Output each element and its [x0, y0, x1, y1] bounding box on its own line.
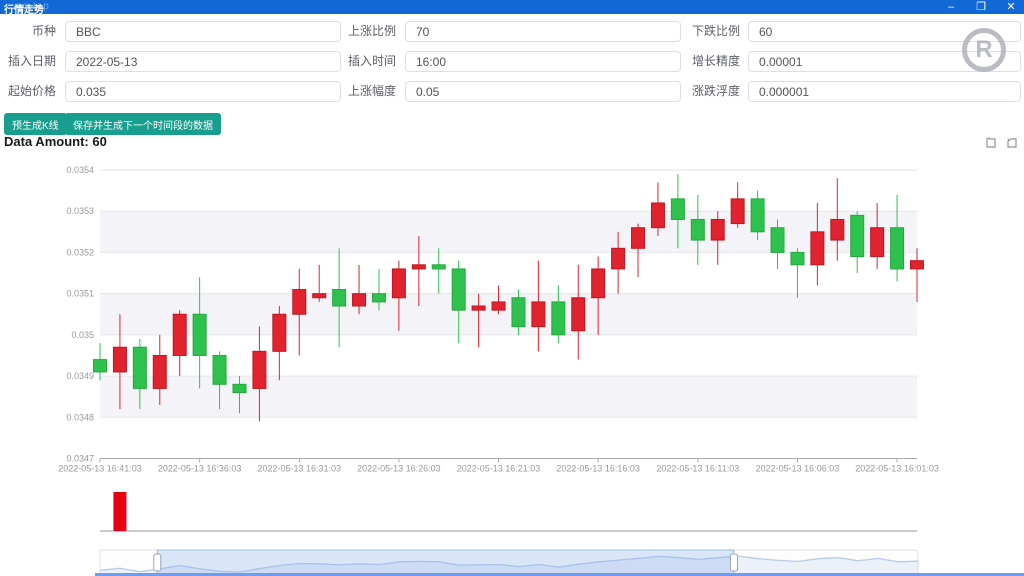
candle-body — [432, 265, 445, 269]
candle-body — [711, 219, 724, 240]
candle-body — [452, 269, 465, 310]
candle-body — [592, 269, 605, 298]
candle-body — [552, 302, 565, 335]
candle-body — [671, 199, 684, 220]
y-axis-label: 0.035 — [71, 330, 94, 340]
candle-body — [871, 228, 884, 257]
y-axis-label: 0.0349 — [66, 371, 94, 381]
candle-body — [313, 294, 326, 298]
candle-body — [412, 265, 425, 269]
candle-body — [353, 294, 366, 306]
candle-body — [472, 306, 485, 310]
x-axis-label: 2022-05-13 16:11:03 — [656, 464, 739, 474]
candle-body — [891, 228, 904, 269]
candle-body — [153, 355, 166, 388]
candle-body — [193, 314, 206, 355]
candle-body — [791, 252, 804, 264]
y-axis-label: 0.0348 — [66, 412, 94, 422]
candle-body — [691, 219, 704, 240]
candle-body — [293, 290, 306, 315]
candle-body — [113, 347, 126, 372]
x-axis-label: 2022-05-13 16:06:03 — [756, 464, 840, 474]
y-axis-label: 0.0354 — [66, 165, 94, 175]
candle-body — [731, 199, 744, 224]
x-axis-label: 2022-05-13 16:01:03 — [855, 464, 939, 474]
x-axis-label: 2022-05-13 16:36:03 — [158, 464, 242, 474]
candle-body — [532, 302, 545, 327]
candle-body — [811, 232, 824, 265]
candle-body — [851, 215, 864, 256]
y-axis-label: 0.0353 — [66, 206, 94, 216]
candle-body — [273, 314, 286, 351]
candle-body — [133, 347, 146, 388]
x-axis-label: 2022-05-13 16:31:03 — [257, 464, 341, 474]
volume-bar — [113, 492, 126, 531]
x-axis-label: 2022-05-13 16:41:03 — [58, 464, 142, 474]
candle-body — [253, 351, 266, 388]
candle-body — [911, 261, 924, 269]
x-axis-label: 2022-05-13 16:16:03 — [556, 464, 640, 474]
y-axis-label: 0.0351 — [66, 289, 94, 299]
zoom-slider-right-handle[interactable] — [730, 554, 737, 571]
candle-body — [751, 199, 764, 232]
zoom-slider-left-handle[interactable] — [154, 554, 161, 571]
split-band — [100, 294, 917, 335]
x-axis-label: 2022-05-13 16:26:03 — [357, 464, 441, 474]
candle-body — [173, 314, 186, 355]
x-axis-label: 2022-05-13 16:21:03 — [457, 464, 541, 474]
candle-body — [213, 355, 226, 384]
zoom-slider-selection[interactable] — [157, 550, 734, 575]
candle-body — [612, 248, 625, 269]
candle-body — [233, 384, 246, 392]
candle-body — [771, 228, 784, 253]
candle-body — [572, 298, 585, 331]
candle-body — [333, 290, 346, 306]
candle-body — [372, 294, 385, 302]
candle-body — [492, 302, 505, 310]
candle-body — [632, 228, 645, 249]
candle-body — [512, 298, 525, 327]
candle-body — [831, 219, 844, 240]
candle-body — [94, 360, 107, 372]
y-axis-label: 0.0352 — [66, 247, 94, 257]
candle-body — [392, 269, 405, 298]
split-band — [100, 211, 917, 252]
kline-chart[interactable]: 0.0354 0.0353 0.0352 0.0351 0.035 0.0349 0.034… — [0, 0, 1024, 576]
y-axis-label: 0.0347 — [66, 454, 94, 464]
candle-body — [651, 203, 664, 228]
